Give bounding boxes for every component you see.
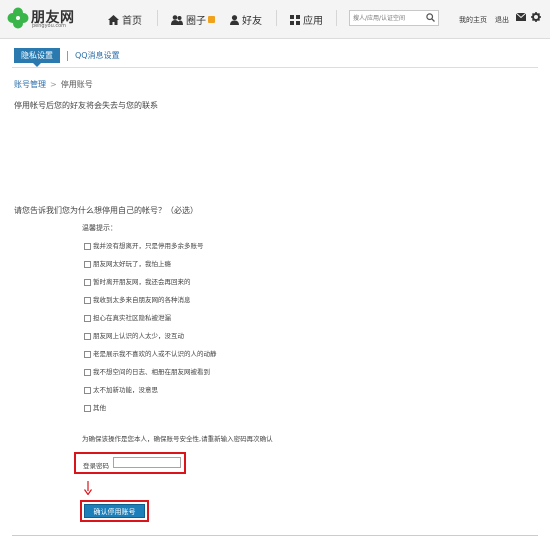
reason-option-label: 我不想空间的日志、相册在朋友网被看到 [93,368,210,376]
search-input[interactable] [350,11,427,25]
grid-apps-icon [290,15,300,28]
reason-option[interactable]: 朋友网太好玩了，我怕上瘾 [84,258,171,268]
reason-option-label: 朋友网上认识的人太少，没互动 [93,332,184,340]
tab-qq-message-settings[interactable]: QQ消息设置 [75,50,120,61]
checkbox[interactable] [84,243,91,250]
nav-apps[interactable]: 应用 [290,12,323,28]
home-icon [108,15,119,28]
my-home-link[interactable]: 我的主页 [459,15,487,25]
breadcrumb: 账号管理 > 停用账号 [14,79,93,90]
checkbox[interactable] [84,333,91,340]
group-icon [171,15,183,28]
reason-option[interactable]: 担心在真实社区隐私被泄漏 [84,312,171,322]
reason-option-label: 我并没有想离开，只是停用多余多账号 [93,242,204,250]
bottom-divider [12,535,538,536]
nav-circle-label: 圈子 [186,16,206,27]
nav-home-label: 首页 [122,16,142,27]
confirm-deactivate-button[interactable]: 确认停用账号 [84,504,145,518]
checkbox[interactable] [84,405,91,412]
mail-icon[interactable] [515,12,527,23]
reason-option[interactable]: 我并没有想离开，只是停用多余多账号 [84,240,204,250]
logout-link[interactable]: 退出 [495,15,509,25]
down-arrow-icon [84,481,92,497]
reason-option[interactable]: 太不加新功能，没意思 [84,384,158,394]
nav-divider [276,10,277,26]
search-box [349,10,439,26]
reason-option-label: 老是展示我不喜欢的人或不认识的人的动静 [93,350,217,358]
clover-logo-icon [7,7,29,29]
gear-icon[interactable] [531,12,541,24]
reason-option-label: 朋友网太好玩了，我怕上瘾 [93,260,171,268]
checkbox[interactable] [84,387,91,394]
nav-circle[interactable]: 圈子 [171,12,215,28]
checkbox[interactable] [84,279,91,286]
checkbox[interactable] [84,261,91,268]
nav-friends-label: 好友 [242,16,262,27]
submit-highlight-box: 确认停用账号 [80,500,149,522]
deactivate-warning: 停用帐号后您的好友将会失去与您的联系 [14,101,158,110]
reason-option[interactable]: 我不想空间的日志、相册在朋友网被看到 [84,366,210,376]
reason-option-label: 其他 [93,404,106,412]
logo-subtext: pengyou.com [32,23,67,29]
search-icon[interactable] [426,13,435,24]
hint-label: 温馨提示： [82,224,117,232]
reason-option[interactable]: 其他 [84,402,106,412]
password-confirm-instruction: 为确保该操作是您本人，确保账号安全性,请重新输入密码再次确认 [82,435,273,443]
password-highlight-box: 登录密码 [74,452,186,474]
nav-divider [157,10,158,26]
checkbox[interactable] [84,369,91,376]
reason-option-label: 暂时离开朋友网，我还会再回来的 [93,278,191,286]
tab-privacy-settings[interactable]: 隐私设置 [14,48,60,67]
breadcrumb-account-management[interactable]: 账号管理 [14,80,46,89]
reason-question: 请您告诉我们您为什么想停用自己的帐号？（必选） [14,206,198,215]
password-label: 登录密码 [83,462,109,470]
nav-divider [336,10,337,26]
reason-option[interactable]: 暂时离开朋友网，我还会再回来的 [84,276,191,286]
divider [12,67,538,68]
reason-option[interactable]: 老是展示我不喜欢的人或不认识的人的动静 [84,348,217,358]
reason-option-label: 我收到太多来自朋友网的各种消息 [93,296,191,304]
checkbox[interactable] [84,315,91,322]
reason-option-label: 担心在真实社区隐私被泄漏 [93,314,171,322]
reason-option[interactable]: 我收到太多来自朋友网的各种消息 [84,294,191,304]
new-badge [208,16,215,23]
top-navigation-bar: 朋友网 pengyou.com 首页 圈子 好友 应用 我的主页 退出 [0,0,550,39]
breadcrumb-separator: > [50,80,57,89]
reason-option-label: 太不加新功能，没意思 [93,386,158,394]
reason-option[interactable]: 朋友网上认识的人太少，没互动 [84,330,184,340]
password-field[interactable] [113,457,181,468]
nav-apps-label: 应用 [303,16,323,27]
checkbox[interactable] [84,297,91,304]
tab-divider [67,51,68,61]
checkbox[interactable] [84,351,91,358]
person-icon [230,15,239,28]
nav-home[interactable]: 首页 [108,12,142,28]
nav-friends[interactable]: 好友 [230,12,262,28]
breadcrumb-current: 停用账号 [60,80,93,89]
